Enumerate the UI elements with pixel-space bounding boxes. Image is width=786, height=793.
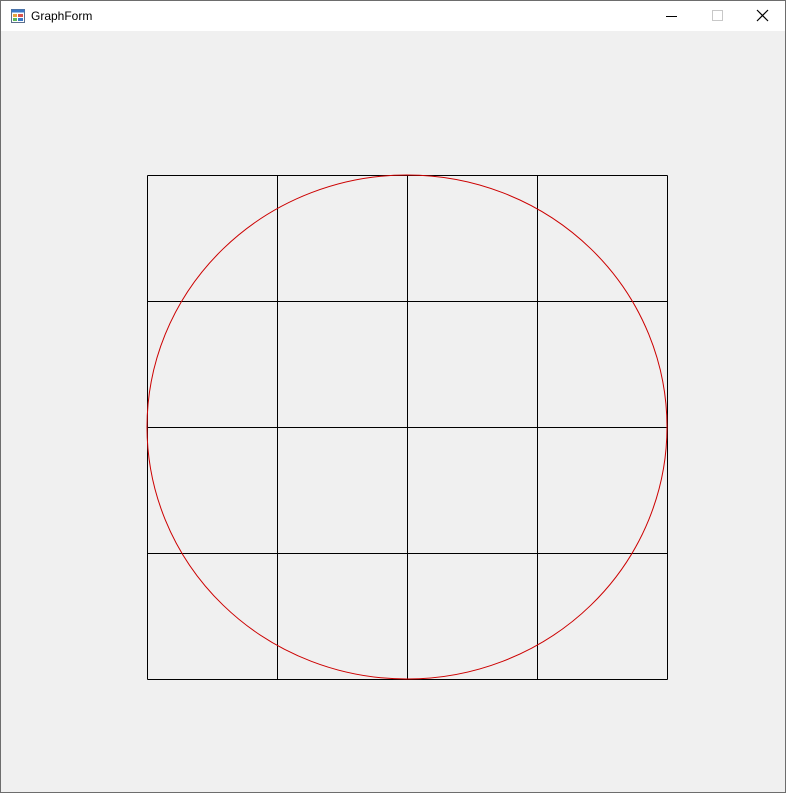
graphform-window: GraphForm (0, 0, 786, 793)
minimize-icon (666, 16, 677, 17)
close-icon (756, 9, 769, 22)
title-bar[interactable]: GraphForm (1, 1, 785, 31)
maximize-button (694, 1, 739, 31)
grid (147, 175, 668, 680)
close-button[interactable] (740, 1, 785, 31)
client-area (1, 31, 785, 792)
maximize-icon (712, 10, 723, 21)
form-app-icon (11, 9, 25, 23)
window-title: GraphForm (31, 9, 93, 23)
minimize-button[interactable] (649, 1, 694, 31)
graph-canvas (146, 174, 668, 680)
